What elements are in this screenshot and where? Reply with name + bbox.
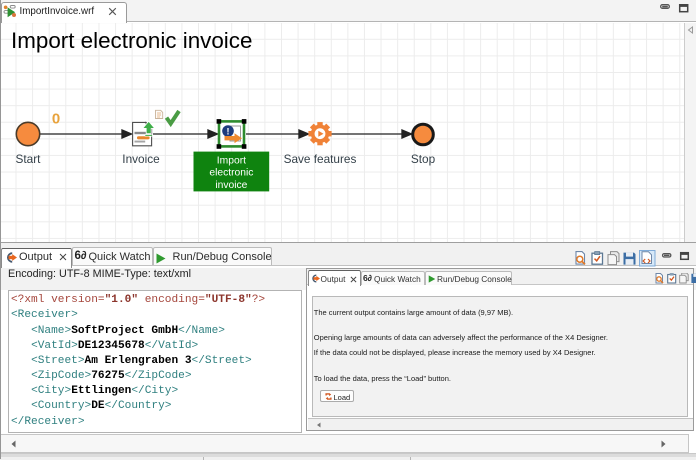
svg-text:invoice: invoice	[215, 180, 247, 191]
svg-text:electronic: electronic	[209, 168, 253, 179]
svg-text:!: !	[227, 126, 230, 136]
svg-text:Import: Import	[217, 155, 246, 166]
svg-text:0: 0	[52, 111, 60, 128]
